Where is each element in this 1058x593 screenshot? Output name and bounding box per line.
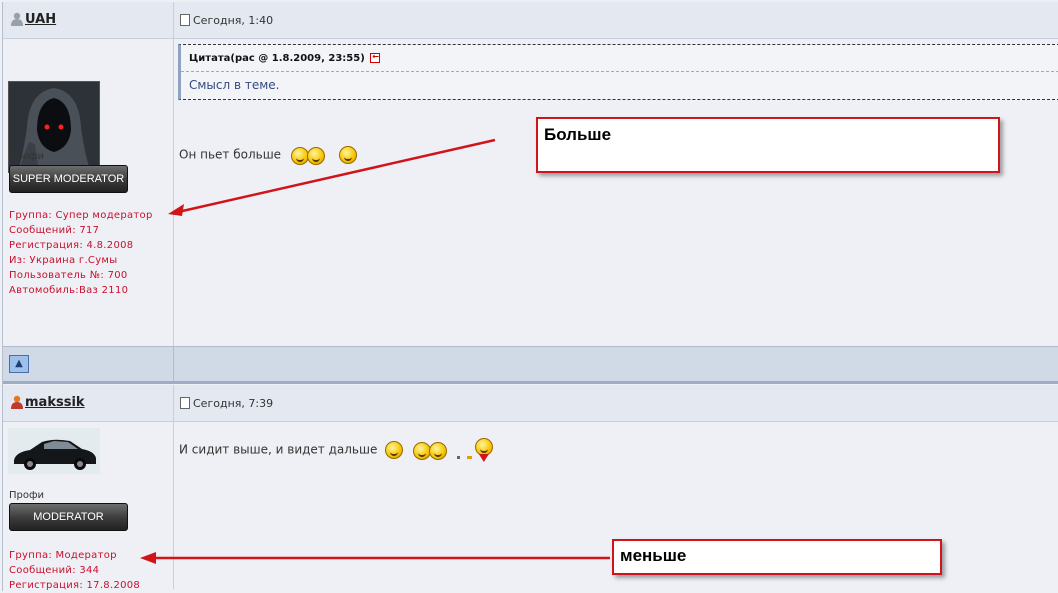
annotation-arrow-top [177,138,496,214]
annotation-arrow-bottom-head [140,552,156,564]
annotation-arrow-top-head [168,204,184,216]
annotation-arrows [140,138,610,564]
